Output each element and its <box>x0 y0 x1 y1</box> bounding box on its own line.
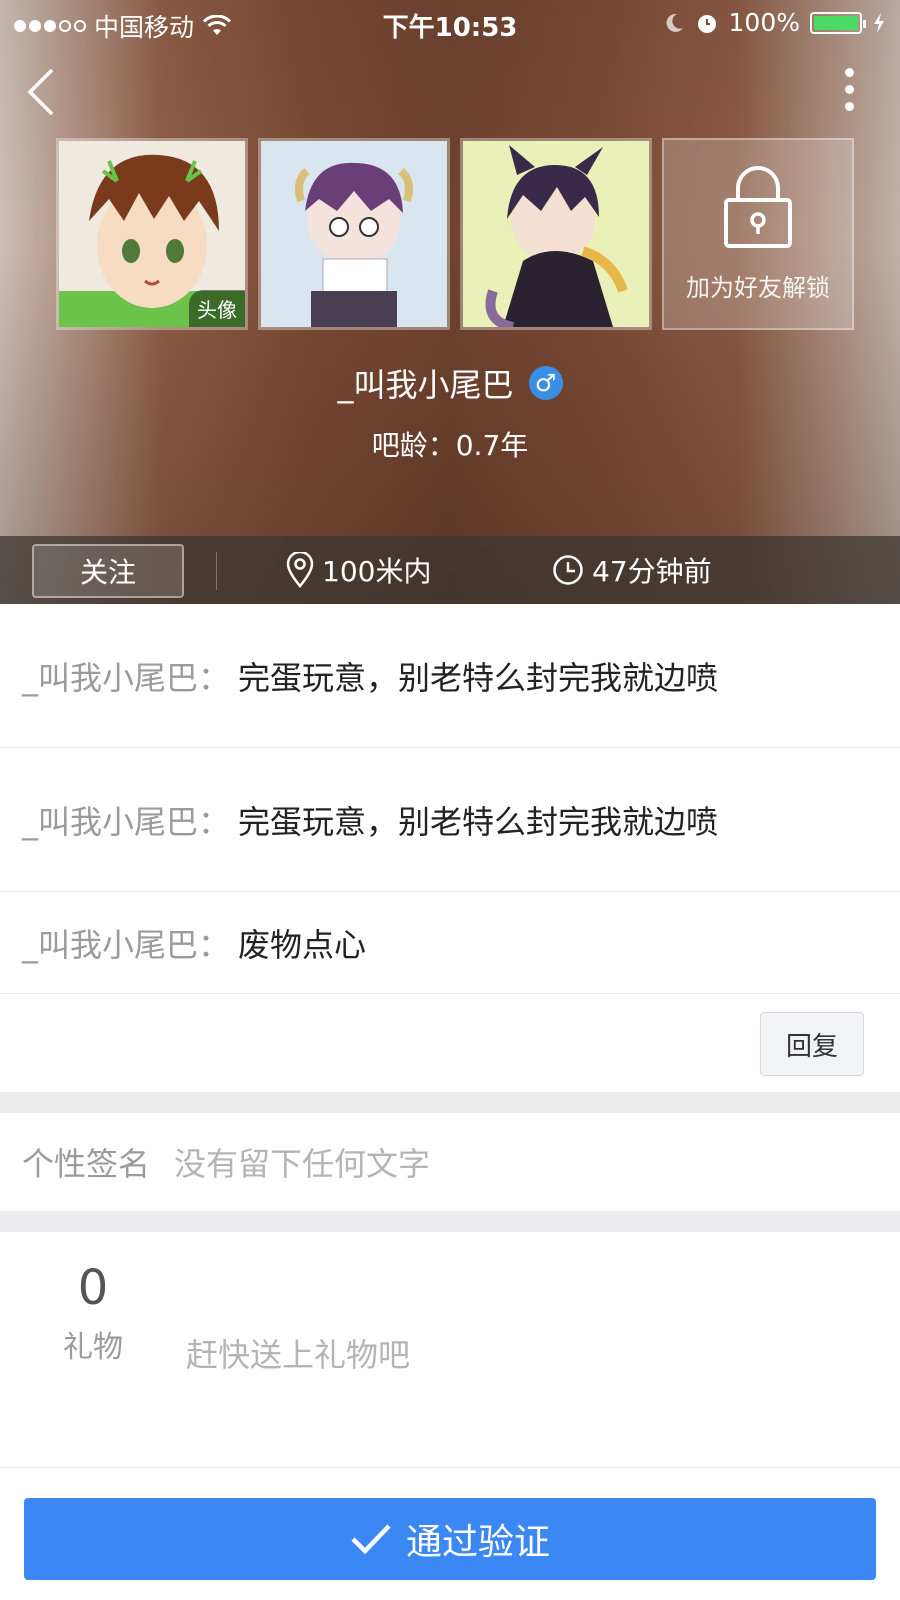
last-seen-text: 47分钟前 <box>592 555 712 588</box>
clock-icon <box>553 555 583 585</box>
charging-icon <box>874 12 884 33</box>
reply-button[interactable]: 回复 <box>760 1012 864 1076</box>
photo-2[interactable] <box>258 138 450 330</box>
more-dots-icon <box>844 68 854 77</box>
message-item[interactable]: _叫我小尾巴： 完蛋玩意，别老特么封完我就边喷 <box>0 604 900 748</box>
verify-label: 通过验证 <box>405 1522 550 1563</box>
chevron-left-icon <box>27 68 54 116</box>
status-bar: 中国移动 下午10:53 100% <box>0 0 900 44</box>
avatar-tag: 头像 <box>189 290 245 327</box>
message-text: 完蛋玩意，别老特么封完我就边喷 <box>238 802 719 841</box>
message-text: 完蛋玩意，别老特么封完我就边喷 <box>238 658 719 697</box>
message-text: 废物点心 <box>238 925 367 964</box>
section-divider <box>0 1211 900 1232</box>
unlock-hint: 加为好友解锁 <box>686 273 830 302</box>
photo-3[interactable] <box>460 138 652 330</box>
message-item[interactable]: _叫我小尾巴： 废物点心 <box>0 892 900 994</box>
gift-hint: 赶快送上礼物吧 <box>186 1336 411 1374</box>
alarm-icon <box>697 14 716 33</box>
battery-icon <box>810 11 866 34</box>
info-strip: 关注 100米内 47分钟前 <box>0 536 900 604</box>
photo-gallery: 头像 加为好友解锁 <box>56 138 854 330</box>
message-sender: _叫我小尾巴： <box>22 802 231 841</box>
gift-count: 0 <box>77 1260 109 1316</box>
profile-name: _叫我小尾巴 <box>337 366 514 404</box>
profile-name-row: _叫我小尾巴 ♂ <box>0 360 900 406</box>
locked-photo-tile[interactable]: 加为好友解锁 <box>662 138 854 330</box>
lock-icon <box>724 165 792 248</box>
message-item[interactable]: _叫我小尾巴： 完蛋玩意，别老特么封完我就边喷 <box>0 748 900 892</box>
section-divider <box>0 1092 900 1113</box>
message-sender: _叫我小尾巴： <box>22 658 231 697</box>
checkmark-icon <box>351 1524 391 1555</box>
moon-icon <box>666 13 683 32</box>
strip-divider <box>216 552 217 590</box>
back-button[interactable] <box>22 64 72 120</box>
reply-area: 回复 <box>0 994 900 1092</box>
distance-text: 100米内 <box>322 555 432 588</box>
gift-row[interactable]: 0 礼物 赶快送上礼物吧 <box>0 1232 900 1468</box>
male-gender-icon: ♂ <box>528 366 563 400</box>
location-pin-icon <box>286 552 314 588</box>
battery-percent: 100% <box>728 8 800 37</box>
signature-value: 没有留下任何文字 <box>174 1145 431 1183</box>
bar-age: 吧龄：0.7年 <box>371 429 529 462</box>
message-sender: _叫我小尾巴： <box>22 925 231 964</box>
follow-button[interactable]: 关注 <box>32 544 184 598</box>
last-seen-info: 47分钟前 <box>552 550 712 590</box>
avatar-photo[interactable]: 头像 <box>56 138 248 330</box>
gift-label: 礼物 <box>63 1330 123 1365</box>
signature-label: 个性签名 <box>22 1145 151 1183</box>
more-options-button[interactable] <box>834 64 864 120</box>
verify-button[interactable]: 通过验证 <box>24 1498 876 1580</box>
distance-info: 100米内 <box>286 550 431 590</box>
signature-row: 个性签名 没有留下任何文字 <box>0 1113 900 1211</box>
status-right: 100% <box>663 8 886 37</box>
